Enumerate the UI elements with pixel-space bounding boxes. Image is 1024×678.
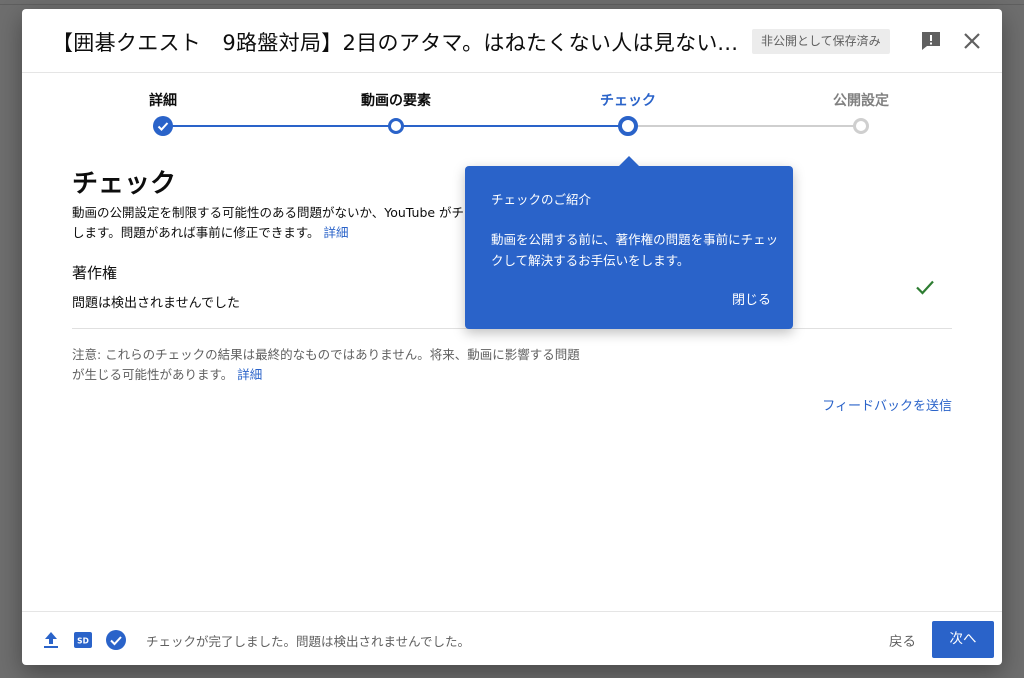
checks-description-text: 動画の公開設定を制限する可能性のある問題がないか、YouTube がチェックしま… <box>72 205 502 240</box>
section-title: チェック <box>72 169 177 199</box>
step-video-elements-node[interactable] <box>388 118 404 134</box>
upload-dialog: 【囲碁クエスト 9路盤対局】2目のアタマ。はねたくない人は見ないでく... 非公… <box>22 9 1002 665</box>
step-details-node[interactable] <box>153 116 173 136</box>
sd-icon-label: SD <box>77 637 89 646</box>
sd-icon[interactable]: SD <box>72 629 94 651</box>
popover-close-button[interactable]: 閉じる <box>732 289 771 308</box>
popover-title: チェックのご紹介 <box>491 192 592 207</box>
step-details-label[interactable]: 詳細 <box>149 90 177 110</box>
step-video-elements-label[interactable]: 動画の要素 <box>361 90 431 110</box>
popover-body: 動画を公開する前に、著作権の問題を事前にチェックして解決するお手伝いをします。 <box>491 232 779 268</box>
feedback-icon[interactable] <box>919 29 943 53</box>
saved-status-badge: 非公開として保存済み <box>752 29 890 54</box>
step-checks-label[interactable]: チェック <box>600 90 656 110</box>
step-visibility-label: 公開設定 <box>833 93 889 109</box>
disclaimer-note: 注意: これらのチェックの結果は最終的なものではありません。将来、動画に影響する… <box>72 345 582 385</box>
check-circle-icon[interactable] <box>105 629 127 651</box>
next-button[interactable]: 次へ <box>932 621 994 658</box>
back-button[interactable]: 戻る <box>889 630 916 650</box>
send-feedback-link[interactable]: フィードバックを送信 <box>822 395 952 414</box>
footer-status: チェックが完了しました。問題は検出されませんでした。 <box>146 634 471 649</box>
video-title: 【囲碁クエスト 9路盤対局】2目のアタマ。はねたくない人は見ないでく... <box>52 31 742 55</box>
dialog-footer: SD チェックが完了しました。問題は検出されませんでした。 戻る 次へ <box>22 611 1002 665</box>
popover-arrow <box>619 156 639 166</box>
checks-intro-popover: チェックのご紹介 動画を公開する前に、著作権の問題を事前にチェックして解決するお… <box>465 156 793 329</box>
copyright-status: 問題は検出されませんでした <box>72 296 240 311</box>
copyright-title: 著作権 <box>72 264 118 282</box>
upload-icon[interactable] <box>40 629 62 651</box>
dialog-header: 【囲碁クエスト 9路盤対局】2目のアタマ。はねたくない人は見ないでく... 非公… <box>22 9 1002 73</box>
progress-stepper: 詳細 動画の要素 チェック 公開設定 <box>22 73 1002 153</box>
step-visibility-node <box>853 118 869 134</box>
close-icon[interactable] <box>960 29 984 53</box>
step-checks-node[interactable] <box>618 116 638 136</box>
checks-description: 動画の公開設定を制限する可能性のある問題がないか、YouTube がチェックしま… <box>72 203 502 243</box>
check-icon <box>157 122 169 131</box>
details-link[interactable]: 詳細 <box>324 225 349 240</box>
note-details-link[interactable]: 詳細 <box>237 367 262 382</box>
stepper-remaining-line <box>628 125 861 127</box>
checkmark-icon <box>914 276 936 298</box>
disclaimer-note-text: 注意: これらのチェックの結果は最終的なものではありません。将来、動画に影響する… <box>72 347 580 382</box>
